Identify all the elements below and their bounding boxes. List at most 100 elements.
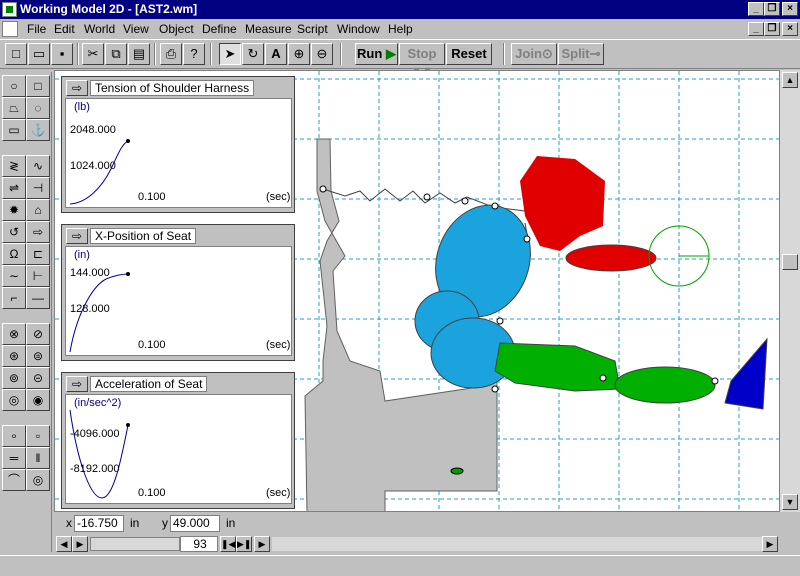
scroll-left-icon[interactable]: ◀ bbox=[56, 536, 72, 552]
minimize-icon[interactable]: _ bbox=[748, 2, 764, 16]
meter-seat-position[interactable]: ⇨ X-Position of Seat (in) 144.000 128.00… bbox=[61, 224, 295, 361]
spring-damper-tool-icon[interactable]: ⇌ bbox=[2, 177, 26, 199]
slot-joint-tool-icon[interactable]: ⊜ bbox=[26, 345, 50, 367]
text-tool-icon[interactable]: A bbox=[265, 43, 287, 65]
tape-slider[interactable] bbox=[90, 537, 180, 551]
restore-icon[interactable]: ❐ bbox=[764, 2, 780, 16]
step-back-icon[interactable]: ❚◀ bbox=[220, 536, 236, 552]
rope-tool-icon[interactable]: ∼ bbox=[2, 265, 26, 287]
menu-object[interactable]: Object bbox=[159, 19, 194, 39]
curved-body-tool-icon[interactable]: ◌ bbox=[26, 97, 50, 119]
point-element-tool-icon[interactable]: ◎ bbox=[2, 389, 26, 411]
gear-tool-icon[interactable]: ✹ bbox=[2, 199, 26, 221]
stop-button[interactable]: Stop ❚❚ bbox=[399, 43, 445, 81]
square-point-element-icon[interactable]: ▫ bbox=[26, 425, 50, 447]
reset-button[interactable]: Reset bbox=[446, 43, 492, 65]
menu-script[interactable]: Script bbox=[297, 19, 328, 39]
curved-slot-tool-icon[interactable]: ⊝ bbox=[26, 367, 50, 389]
y-coordinate-field[interactable]: 49.000 bbox=[170, 515, 220, 532]
polygon-tool-icon[interactable]: ⏢ bbox=[2, 97, 26, 119]
vertical-slot-icon[interactable]: ‖ bbox=[26, 447, 50, 469]
circle-tool-icon[interactable]: ○ bbox=[2, 75, 26, 97]
copy-icon[interactable]: ⧉ bbox=[105, 43, 127, 65]
anchor-tool-icon[interactable]: ⚓ bbox=[26, 119, 50, 141]
step-forward-icon[interactable]: ▶❚ bbox=[236, 536, 252, 552]
menu-view[interactable]: View bbox=[123, 19, 149, 39]
menu-world[interactable]: World bbox=[84, 19, 115, 39]
print-icon[interactable]: ⎙ bbox=[160, 43, 182, 65]
doc-minimize-icon[interactable]: _ bbox=[748, 22, 764, 36]
motor-tool-icon[interactable]: ↺ bbox=[2, 221, 26, 243]
window-title: Working Model 2D - [AST2.wm] bbox=[20, 2, 198, 16]
meter-arrow-icon[interactable]: ⇨ bbox=[66, 376, 88, 392]
scroll-end-icon[interactable]: ▶ bbox=[762, 536, 778, 552]
keyed-joint-tool-icon[interactable]: ⊚ bbox=[2, 367, 26, 389]
simulation-workspace[interactable]: ⇨ Tension of Shoulder Harness (lb) 2048.… bbox=[54, 70, 780, 512]
dummy-thigh[interactable] bbox=[494, 342, 621, 392]
square-tool-icon[interactable]: ▭ bbox=[2, 119, 26, 141]
force-tool-icon[interactable]: ⇨ bbox=[26, 221, 50, 243]
rotate-icon[interactable]: ↻ bbox=[242, 43, 264, 65]
meter-arrow-icon[interactable]: ⇨ bbox=[66, 80, 88, 96]
meter-curve bbox=[69, 409, 130, 499]
scroll-right-icon[interactable]: ▶ bbox=[72, 536, 88, 552]
pin-joint-tool-icon[interactable]: ⊘ bbox=[26, 323, 50, 345]
curved-slot-icon[interactable]: ⌒ bbox=[2, 469, 26, 491]
frame-counter[interactable]: 93 bbox=[180, 536, 218, 552]
open-folder-icon[interactable]: ▭ bbox=[28, 43, 50, 65]
actuator-tool-icon[interactable]: ⊣ bbox=[26, 177, 50, 199]
reference-point[interactable] bbox=[450, 467, 464, 475]
scroll-down-icon[interactable]: ▼ bbox=[782, 494, 798, 510]
menu-measure[interactable]: Measure bbox=[245, 19, 292, 39]
scroll-right-end-icon[interactable]: ▶ bbox=[254, 536, 270, 552]
square-point-tool-icon[interactable]: ◉ bbox=[26, 389, 50, 411]
torque-tool-icon[interactable]: Ω bbox=[2, 243, 26, 265]
joint-tool-icon[interactable]: ⊗ bbox=[2, 323, 26, 345]
dummy-head[interactable] bbox=[520, 156, 605, 251]
meter-seat-acceleration[interactable]: ⇨ Acceleration of Seat (in/sec^2) -4096.… bbox=[61, 372, 295, 509]
menu-file[interactable]: File bbox=[27, 19, 46, 39]
horizontal-scroll-track[interactable] bbox=[272, 537, 762, 551]
x-coordinate-field[interactable]: -16.750 bbox=[74, 515, 124, 532]
scroll-thumb[interactable] bbox=[782, 254, 798, 270]
doc-restore-icon[interactable]: ❐ bbox=[764, 22, 780, 36]
horizontal-slot-icon[interactable]: ═ bbox=[2, 447, 26, 469]
menu-edit[interactable]: Edit bbox=[54, 19, 75, 39]
vertical-scrollbar[interactable] bbox=[780, 70, 800, 512]
point-tool-icon[interactable]: ∘ bbox=[2, 425, 26, 447]
closed-slot-icon[interactable]: ◎ bbox=[26, 469, 50, 491]
damper-tool-icon[interactable]: ∿ bbox=[26, 155, 50, 177]
dummy-arm[interactable] bbox=[565, 244, 657, 272]
rod-tool-icon[interactable]: ⊢ bbox=[26, 265, 50, 287]
menu-bar: File Edit World View Object Define Measu… bbox=[0, 19, 800, 39]
paste-icon[interactable]: ▤ bbox=[128, 43, 150, 65]
line-tool-icon[interactable]: — bbox=[26, 287, 50, 309]
zoom-out-icon[interactable]: ⊖ bbox=[311, 43, 333, 65]
menu-define[interactable]: Define bbox=[202, 19, 237, 39]
menu-window[interactable]: Window bbox=[337, 19, 380, 39]
join-button[interactable]: Join⊙ bbox=[511, 43, 557, 65]
pointer-icon[interactable]: ➤ bbox=[219, 43, 241, 65]
cut-icon[interactable]: ✂ bbox=[82, 43, 104, 65]
pulley-tool-icon[interactable]: ⌂ bbox=[26, 199, 50, 221]
meter-tension[interactable]: ⇨ Tension of Shoulder Harness (lb) 2048.… bbox=[61, 76, 295, 213]
scroll-up-icon[interactable]: ▲ bbox=[782, 72, 798, 88]
meter-arrow-icon[interactable]: ⇨ bbox=[66, 228, 88, 244]
help-icon[interactable]: ? bbox=[183, 43, 205, 65]
run-button[interactable]: Run ▶ bbox=[355, 43, 398, 65]
rigid-joint-tool-icon[interactable]: ⊛ bbox=[2, 345, 26, 367]
app-icon[interactable] bbox=[2, 2, 17, 17]
save-icon[interactable]: ▪ bbox=[51, 43, 73, 65]
dummy-foot[interactable] bbox=[724, 337, 768, 410]
menu-help[interactable]: Help bbox=[388, 19, 413, 39]
doc-close-icon[interactable]: × bbox=[782, 22, 798, 36]
separator-tool-icon[interactable]: ⊏ bbox=[26, 243, 50, 265]
rectangle-tool-icon[interactable]: □ bbox=[26, 75, 50, 97]
new-file-icon[interactable]: □ bbox=[5, 43, 27, 65]
spring-tool-icon[interactable]: ≷ bbox=[2, 155, 26, 177]
zoom-in-icon[interactable]: ⊕ bbox=[288, 43, 310, 65]
close-icon[interactable]: × bbox=[782, 2, 798, 16]
slot-tool-icon[interactable]: ⌐ bbox=[2, 287, 26, 309]
dummy-shin[interactable] bbox=[614, 366, 716, 404]
split-button[interactable]: Split⊸ bbox=[558, 43, 604, 65]
